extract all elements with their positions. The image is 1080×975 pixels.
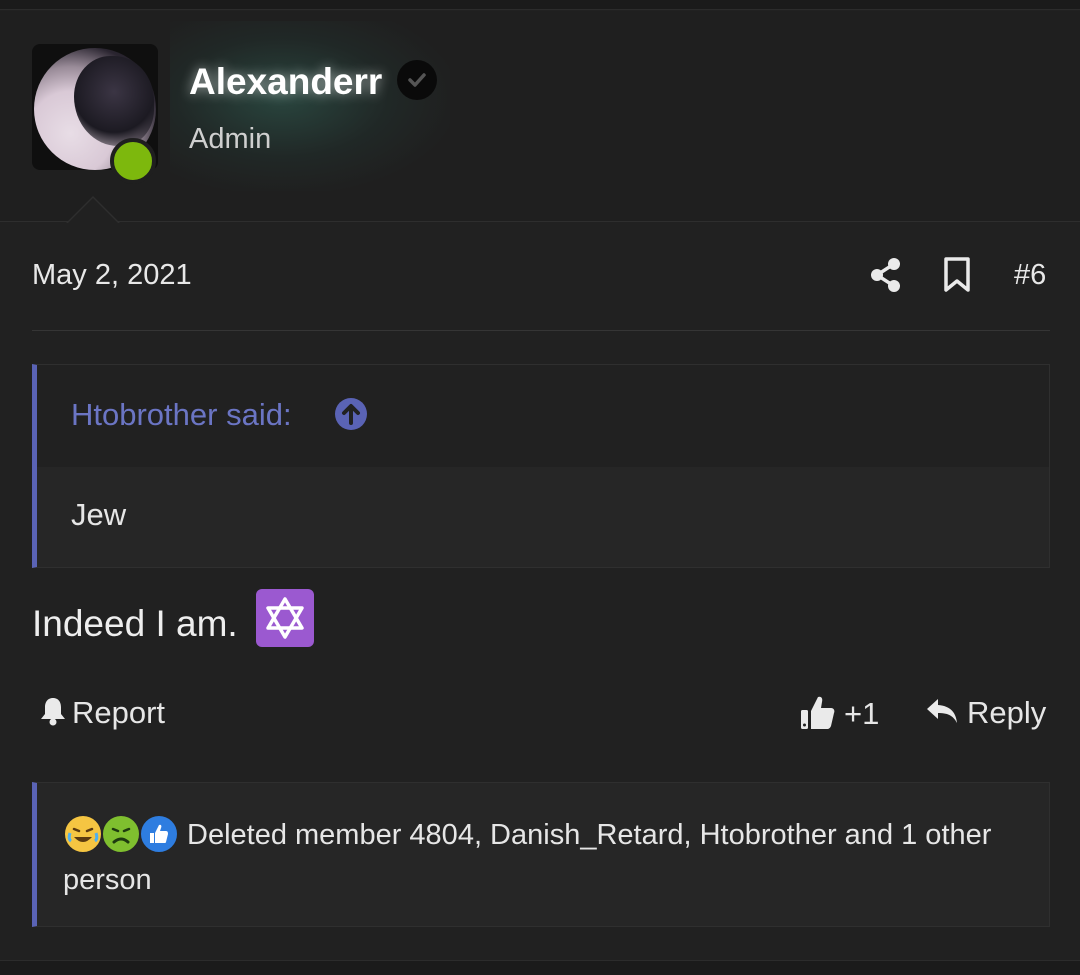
post-container: Alexanderr Admin May 2, 2021 #6 Htobroth… <box>0 0 1080 975</box>
username-glow <box>170 21 450 191</box>
thumbs-up-icon <box>800 693 836 735</box>
username[interactable]: Alexanderr <box>189 61 382 103</box>
reply-button[interactable]: Reply <box>925 695 1046 731</box>
bookmark-icon[interactable] <box>942 256 972 294</box>
quote-block: Htobrother said: Jew <box>32 364 1050 568</box>
like-button[interactable]: +1 <box>800 693 879 735</box>
top-border <box>0 0 1080 10</box>
verified-badge-icon <box>397 60 437 100</box>
star-of-david-emoji-icon <box>256 589 314 647</box>
share-icon[interactable] <box>868 257 904 293</box>
user-title: Admin <box>189 123 272 155</box>
report-button[interactable]: Report <box>38 695 165 731</box>
post-text: Indeed I am. <box>32 603 238 644</box>
arrow-up-circle-icon[interactable] <box>334 397 368 431</box>
divider <box>32 330 1050 331</box>
reaction-summary[interactable]: Deleted member 4804, Danish_Retard, Htob… <box>63 813 1023 903</box>
reply-arrow-icon <box>925 696 959 730</box>
bell-icon <box>38 695 68 731</box>
like-count: +1 <box>844 696 880 731</box>
reply-label: Reply <box>967 695 1047 730</box>
online-status-indicator <box>110 138 156 184</box>
post-date[interactable]: May 2, 2021 <box>32 259 192 292</box>
report-label: Report <box>72 695 166 730</box>
reactions-bar[interactable]: Deleted member 4804, Danish_Retard, Htob… <box>32 782 1050 927</box>
post-number-link[interactable]: #6 <box>1014 259 1046 292</box>
user-header: Alexanderr Admin <box>0 11 1080 222</box>
quote-body: Jew <box>71 497 127 532</box>
quote-attribution[interactable]: Htobrother said: <box>71 397 292 433</box>
bottom-border <box>0 960 1080 975</box>
